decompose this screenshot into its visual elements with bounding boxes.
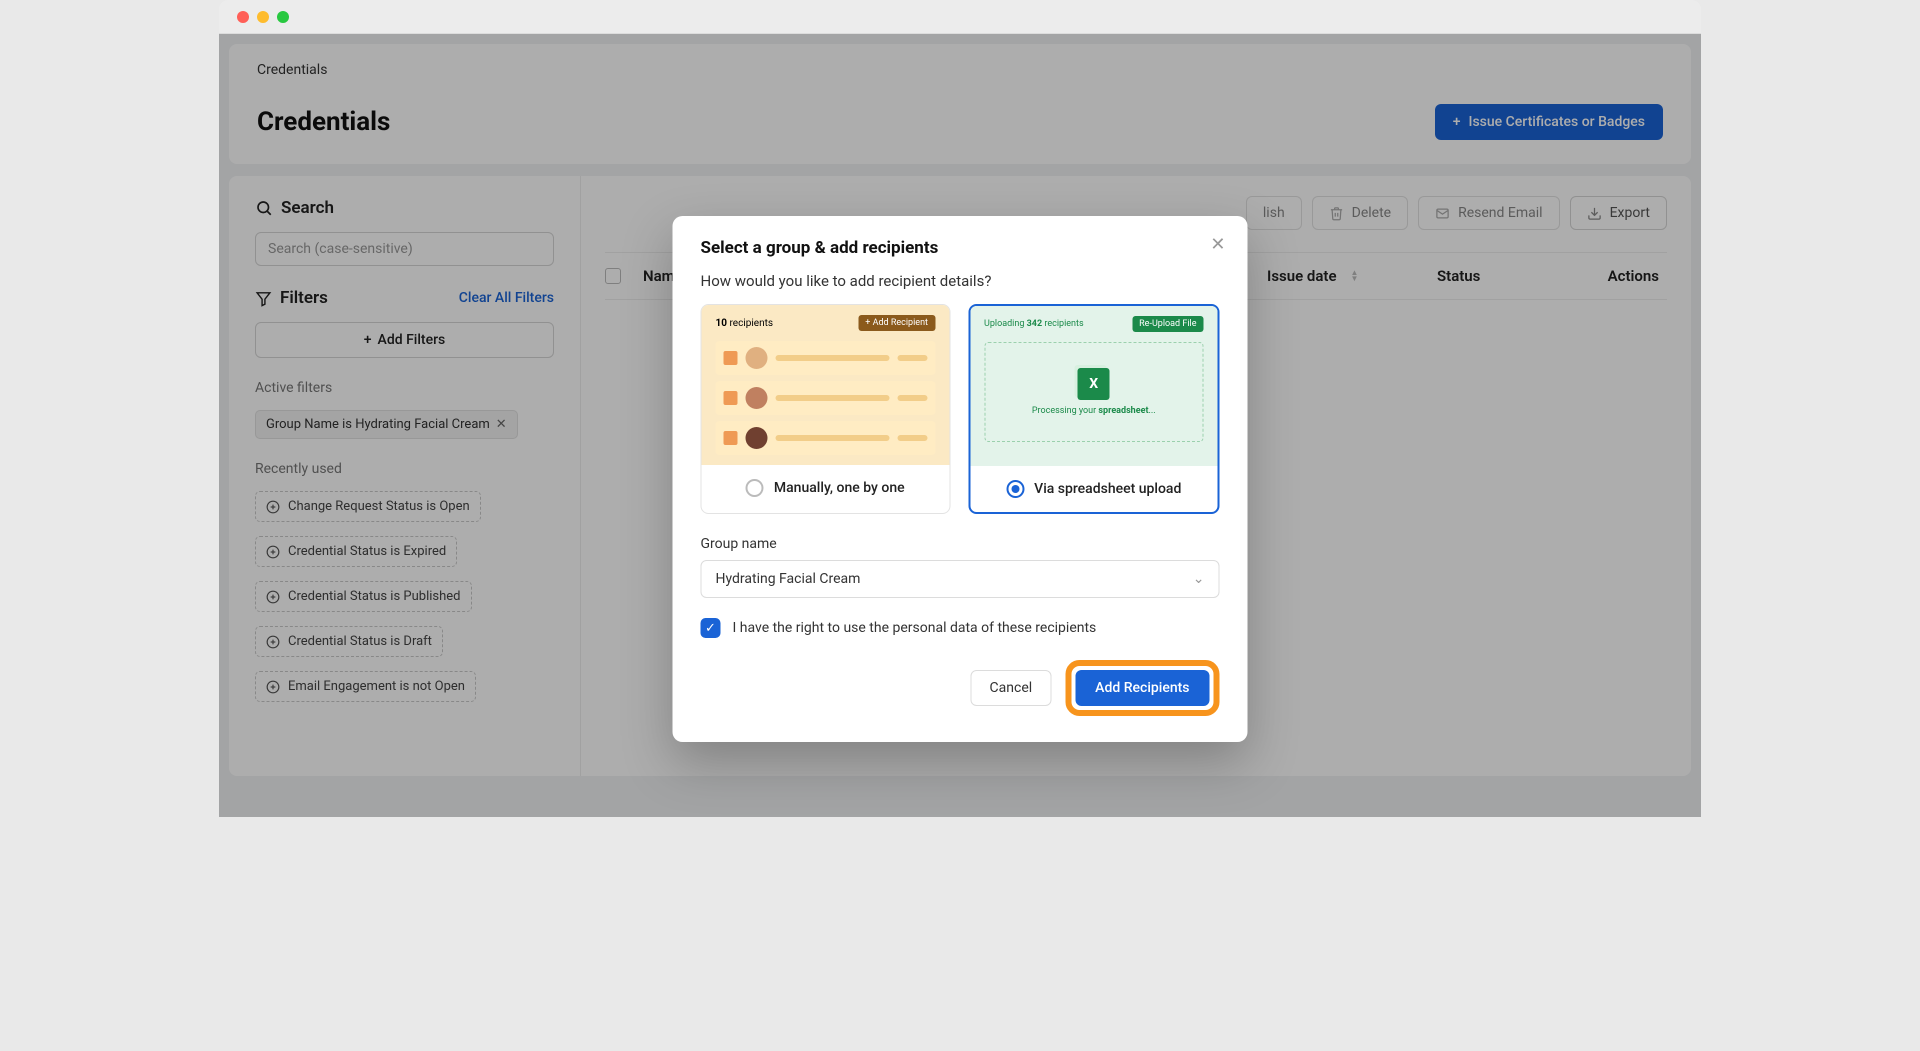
- excel-icon: X: [1078, 368, 1110, 400]
- minimize-window-dot[interactable]: [257, 11, 269, 23]
- option-manual-label: Manually, one by one: [774, 480, 905, 496]
- option-manual[interactable]: 10 recipients + Add Recipient Manually, …: [701, 304, 951, 514]
- option-spreadsheet[interactable]: Uploading 342 recipients Re-Upload File …: [968, 304, 1220, 514]
- spreadsheet-thumbnail: Uploading 342 recipients Re-Upload File …: [970, 306, 1218, 466]
- close-window-dot[interactable]: [237, 11, 249, 23]
- consent-checkbox[interactable]: ✓: [701, 618, 721, 638]
- add-recipients-modal: ✕ Select a group & add recipients How wo…: [673, 216, 1248, 742]
- dropzone-illustration: X Processing your spreadsheet...: [984, 342, 1204, 442]
- group-name-label: Group name: [701, 536, 1220, 552]
- thumb-add-recipient-pill: + Add Recipient: [858, 315, 935, 331]
- group-name-select[interactable]: Hydrating Facial Cream ⌄: [701, 560, 1220, 598]
- modal-actions: Cancel Add Recipients: [701, 660, 1220, 716]
- thumb-reupload-pill: Re-Upload File: [1132, 316, 1203, 332]
- consent-row[interactable]: ✓ I have the right to use the personal d…: [701, 618, 1220, 638]
- option-spreadsheet-label: Via spreadsheet upload: [1034, 481, 1181, 497]
- app-content: Credentials Credentials + Issue Certific…: [219, 34, 1701, 817]
- maximize-window-dot[interactable]: [277, 11, 289, 23]
- radio-manual[interactable]: [746, 479, 764, 497]
- chevron-down-icon: ⌄: [1193, 571, 1205, 587]
- mac-titlebar: [219, 0, 1701, 34]
- radio-spreadsheet[interactable]: [1006, 480, 1024, 498]
- add-recipients-button[interactable]: Add Recipients: [1075, 670, 1209, 706]
- close-modal-button[interactable]: ✕: [1210, 234, 1225, 255]
- group-name-value: Hydrating Facial Cream: [716, 571, 861, 587]
- app-window: Credentials Credentials + Issue Certific…: [219, 0, 1701, 817]
- modal-subtitle: How would you like to add recipient deta…: [701, 272, 1220, 290]
- tutorial-highlight: Add Recipients: [1065, 660, 1219, 716]
- thumb-count-label: 10 recipients: [716, 318, 774, 329]
- recipient-method-options: 10 recipients + Add Recipient Manually, …: [701, 304, 1220, 514]
- consent-text: I have the right to use the personal dat…: [733, 620, 1097, 636]
- manual-thumbnail: 10 recipients + Add Recipient: [702, 305, 950, 465]
- thumb-uploading-label: Uploading 342 recipients: [984, 319, 1084, 329]
- modal-title: Select a group & add recipients: [701, 238, 1220, 258]
- cancel-button[interactable]: Cancel: [971, 670, 1052, 706]
- processing-label: Processing your spreadsheet...: [1032, 406, 1156, 416]
